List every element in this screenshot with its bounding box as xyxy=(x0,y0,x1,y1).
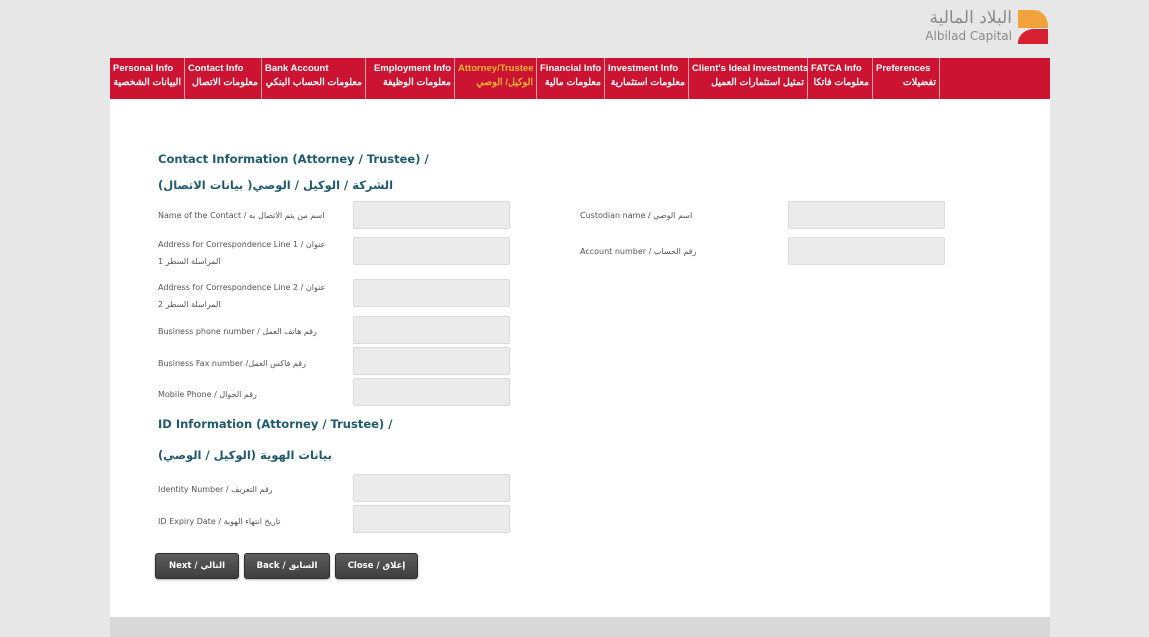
tab-label-en: Financial Info xyxy=(540,63,602,74)
tab-label-en: Preferences xyxy=(876,63,931,74)
tab-label-ar: معلومات الوظيفة xyxy=(382,77,451,88)
custodian-name-label: Custodian name / اسم الوصي xyxy=(580,211,693,220)
business-fax-input[interactable] xyxy=(353,347,510,375)
logo-mark-icon xyxy=(1018,10,1048,44)
tab-investment-info[interactable]: Investment Info معلومات استثمارية xyxy=(605,58,689,99)
tab-label-ar: معلومات مالية xyxy=(544,77,601,88)
tab-label-ar: تمثيل استثمارات العميل xyxy=(711,77,804,88)
logo-arabic-text: البلاد المالية xyxy=(929,8,1012,28)
identity-number-input[interactable] xyxy=(353,474,510,502)
footer-bar xyxy=(110,617,1050,637)
back-button[interactable]: Back / السابق xyxy=(244,553,330,579)
tab-label-ar: معلومات الحساب البنكي xyxy=(265,77,362,88)
tab-label-en: Investment Info xyxy=(608,63,679,74)
account-number-input[interactable] xyxy=(788,237,945,265)
account-number-label: Account number / رقم الحساب xyxy=(580,247,697,256)
tab-label-en: Employment Info xyxy=(373,63,451,74)
custodian-name-input[interactable] xyxy=(788,201,945,229)
address2-label-line1: Address for Correspondence Line 2 / عنوا… xyxy=(158,283,326,292)
tab-label-en: FATCA Info xyxy=(811,63,862,74)
tab-label-en: Client's Ideal Investments xyxy=(692,63,809,74)
address2-input[interactable] xyxy=(353,279,510,307)
tab-financial-info[interactable]: Financial Info معلومات مالية xyxy=(537,58,605,99)
tab-label-ar: البيانات الشخصية xyxy=(113,77,181,88)
tab-fatca-info[interactable]: FATCA Info معلومات فاتكا xyxy=(808,58,873,99)
tab-personal-info[interactable]: Personal Info البيانات الشخصية xyxy=(110,58,185,99)
tab-clients-ideal-investments[interactable]: Client's Ideal Investments تمثيل استثمار… xyxy=(689,58,808,99)
id-section-title-ar: بيانات الهوية (الوكيل / الوصي) xyxy=(158,448,332,462)
business-phone-label: Business phone number / رقم هاتف العمل xyxy=(158,327,317,336)
business-fax-label: Business Fax number /رقم فاكس العمل xyxy=(158,359,306,368)
logo-english-text: Albilad Capital xyxy=(925,29,1012,43)
tab-label-en: Contact Info xyxy=(188,63,244,74)
address1-label: Address for Correspondence Line 1 / عنوا… xyxy=(158,236,348,270)
contact-name-input[interactable] xyxy=(353,201,510,229)
mobile-phone-label: Mobile Phone / رقم الجوال xyxy=(158,390,257,399)
albilad-capital-logo[interactable]: البلاد المالية Albilad Capital xyxy=(925,10,1048,48)
form-panel: Contact Information (Attorney / Trustee)… xyxy=(110,99,1050,617)
tab-bank-account[interactable]: Bank Account معلومات الحساب البنكي xyxy=(262,58,366,99)
tab-label-ar: معلومات الاتصال xyxy=(191,77,258,88)
id-expiry-input[interactable] xyxy=(353,505,510,533)
contact-section-title-en: Contact Information (Attorney / Trustee)… xyxy=(158,152,429,166)
tab-label-ar: الوكيل/ الوصي xyxy=(476,77,533,88)
tab-label-en: Attorney/Trustee xyxy=(458,63,534,74)
next-button[interactable]: Next / التالي xyxy=(155,553,239,579)
address1-input[interactable] xyxy=(353,237,510,265)
tab-label-en: Bank Account xyxy=(265,63,329,74)
address2-label: Address for Correspondence Line 2 / عنوا… xyxy=(158,279,348,313)
tab-label-ar: معلومات استثمارية xyxy=(610,77,685,88)
contact-section-title-ar: (بيانات الاتصال )الشركة / الوكيل / الوصي xyxy=(158,178,394,192)
address2-label-line2: المراسلة السطر 2 xyxy=(158,300,221,309)
close-button[interactable]: Close / إغلاق xyxy=(335,553,418,579)
identity-number-label: Identity Number / رقم التعريف xyxy=(158,485,273,494)
tab-preferences[interactable]: Preferences تفضيلات xyxy=(873,58,940,99)
mobile-phone-input[interactable] xyxy=(353,378,510,406)
business-phone-input[interactable] xyxy=(353,316,510,344)
address1-label-line1: Address for Correspondence Line 1 / عنوا… xyxy=(158,240,326,249)
header: البلاد المالية Albilad Capital xyxy=(110,0,1050,52)
wizard-nav-bar: Personal Info البيانات الشخصية Contact I… xyxy=(110,58,1050,99)
tab-label-en: Personal Info xyxy=(113,63,174,74)
tab-label-ar: معلومات فاتكا xyxy=(813,77,869,88)
tab-employment-info[interactable]: Employment Info معلومات الوظيفة xyxy=(366,58,455,99)
tab-label-ar: تفضيلات xyxy=(902,77,936,88)
id-section-title-en: ID Information (Attorney / Trustee) / xyxy=(158,417,393,431)
tab-attorney-trustee[interactable]: Attorney/Trustee الوكيل/ الوصي xyxy=(455,58,537,99)
address1-label-line2: المراسلة السطر 1 xyxy=(158,257,221,266)
tab-contact-info[interactable]: Contact Info معلومات الاتصال xyxy=(185,58,262,99)
id-expiry-label: ID Expiry Date / تاريخ انتهاء الهوية xyxy=(158,517,281,526)
contact-name-label: Name of the Contact / اسم من يتم الاتصال… xyxy=(158,211,325,220)
